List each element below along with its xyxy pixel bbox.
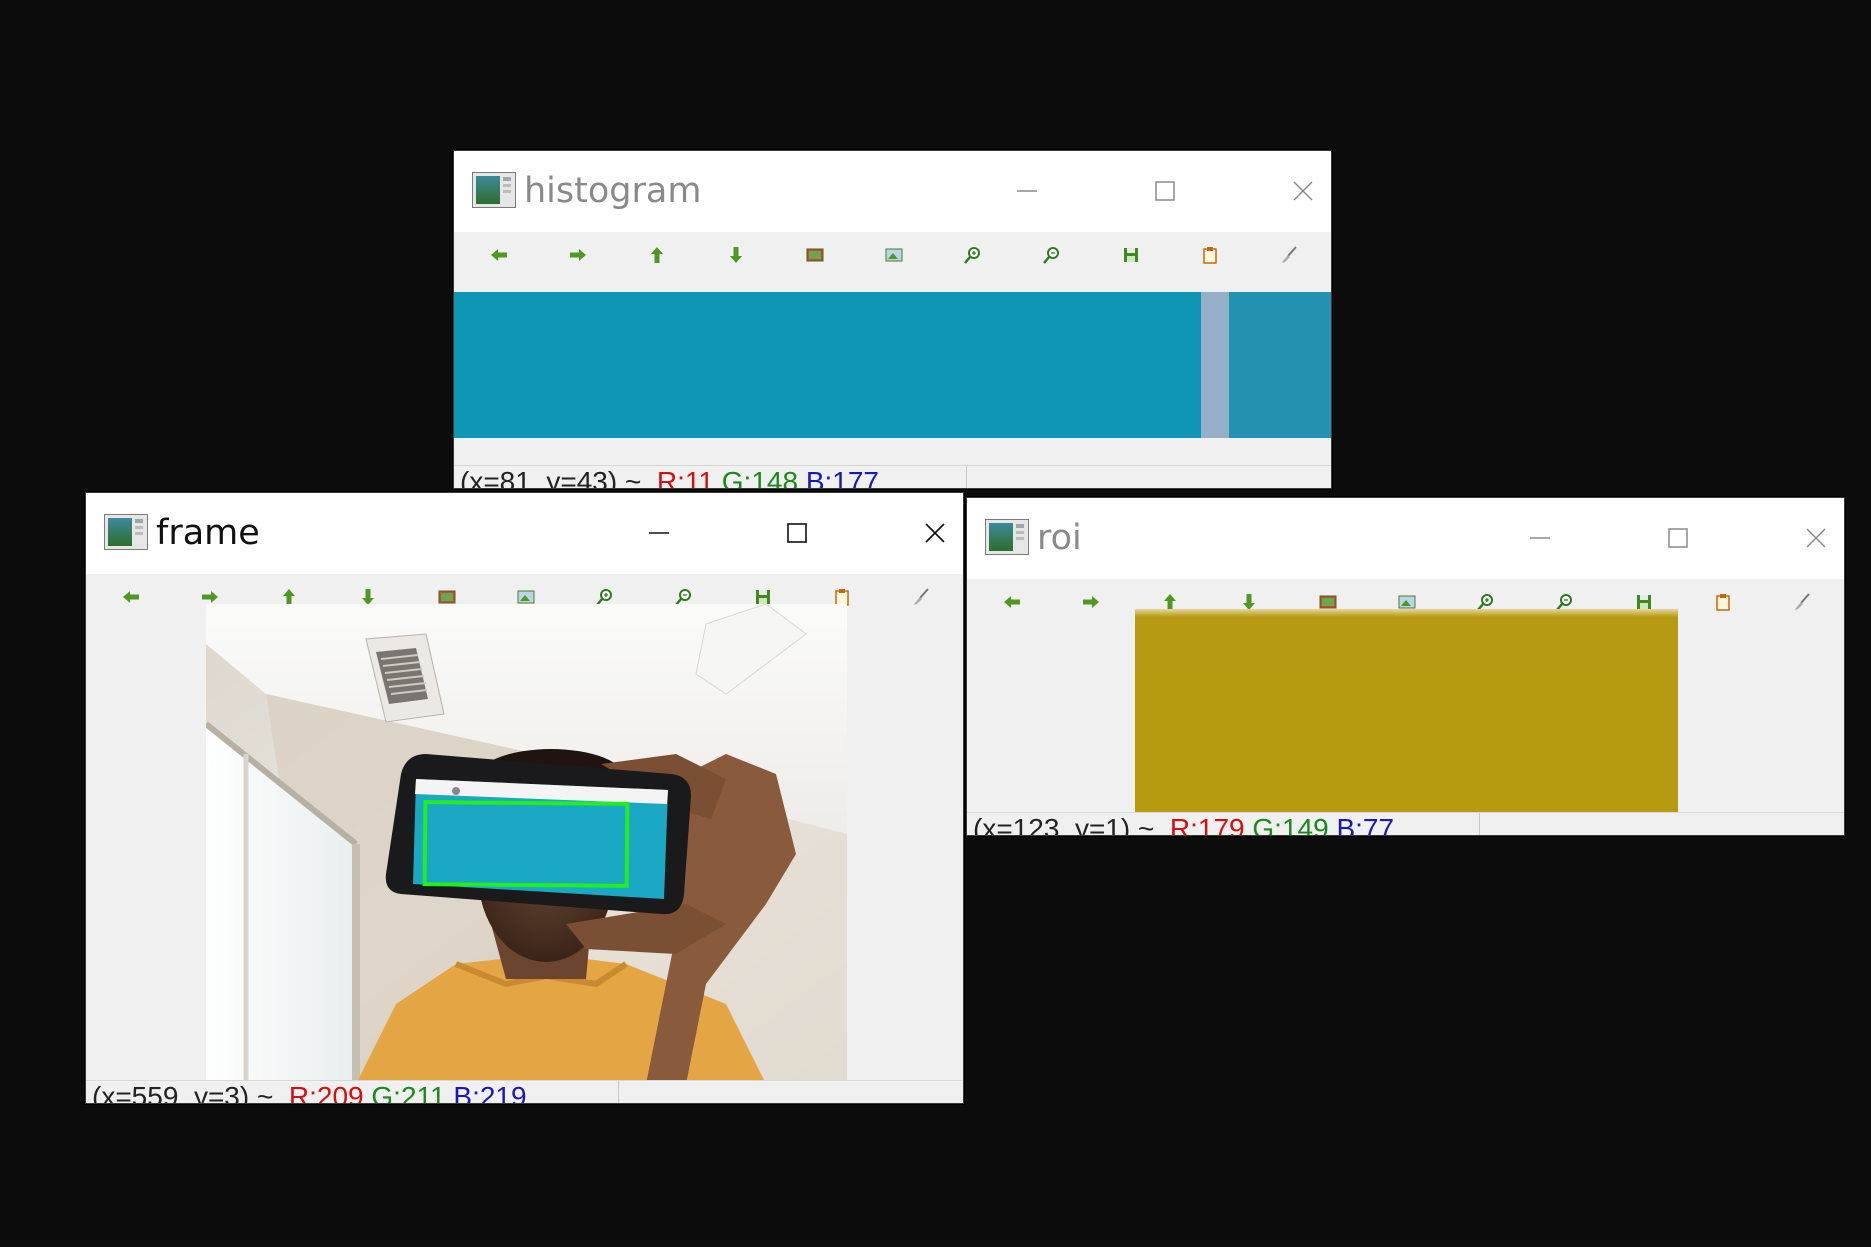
camera-frame-image xyxy=(206,604,847,1084)
pan-right-icon xyxy=(570,249,586,261)
maximize-icon xyxy=(787,523,807,543)
phone xyxy=(385,754,691,915)
brush-button[interactable] xyxy=(1791,591,1813,613)
minimize-button[interactable] xyxy=(987,151,1067,232)
zoom-out-button[interactable] xyxy=(1041,244,1063,266)
status-r: R:179 xyxy=(1169,813,1245,836)
zoom-out-icon xyxy=(1043,247,1059,264)
frame-window: frame (x=559, y=3) ~ R:209 G:211 B:219 xyxy=(85,492,964,1104)
histogram-canvas xyxy=(454,292,1331,438)
minimize-icon xyxy=(649,532,669,534)
pan-right-icon xyxy=(1083,596,1099,608)
pan-left-icon xyxy=(123,591,139,603)
roi-image xyxy=(1135,609,1678,816)
pan-up-button[interactable] xyxy=(646,244,668,266)
zoom-in-icon xyxy=(964,247,980,264)
pan-left-button[interactable] xyxy=(488,244,510,266)
roi-titlebar[interactable]: roi xyxy=(967,498,1844,579)
status-b: B:219 xyxy=(453,1081,527,1104)
status-bar: (x=81, y=43) ~ R:11 G:148 B:177 xyxy=(454,465,1331,488)
properties-button[interactable] xyxy=(1712,591,1734,613)
zoom-in-button[interactable] xyxy=(962,244,984,266)
maximize-icon xyxy=(1668,528,1688,548)
save-icon xyxy=(1124,248,1138,262)
status-r: R:11 xyxy=(656,466,714,489)
brush-button[interactable] xyxy=(910,586,932,608)
status-b: B:77 xyxy=(1336,813,1395,836)
minimize-button[interactable] xyxy=(1500,498,1580,579)
save-button[interactable] xyxy=(1120,244,1142,266)
properties-icon xyxy=(1203,247,1217,264)
pan-right-button[interactable] xyxy=(1080,591,1102,613)
histogram-stripe xyxy=(1201,292,1229,438)
brush-button[interactable] xyxy=(1278,244,1300,266)
app-icon xyxy=(472,172,516,208)
pan-left-button[interactable] xyxy=(1001,591,1023,613)
status-coords: (x=123, y=1) ~ xyxy=(973,813,1155,836)
properties-icon xyxy=(1716,594,1730,611)
close-button[interactable] xyxy=(1776,498,1844,579)
app-icon xyxy=(985,519,1029,555)
maximize-button[interactable] xyxy=(757,493,837,574)
status-bar: (x=123, y=1) ~ R:179 G:149 B:77 xyxy=(967,812,1844,835)
status-g: G:148 xyxy=(721,466,799,489)
zoom-fit-icon xyxy=(806,248,824,262)
zoom-original-button[interactable] xyxy=(883,244,905,266)
status-divider xyxy=(966,466,967,488)
status-g: G:211 xyxy=(371,1081,446,1104)
close-icon xyxy=(925,523,945,543)
pan-right-button[interactable] xyxy=(567,244,589,266)
pan-left-button[interactable] xyxy=(120,586,142,608)
status-r: R:209 xyxy=(288,1081,364,1104)
image-toolbar xyxy=(454,232,1331,278)
minimize-icon xyxy=(1530,537,1550,539)
brush-icon xyxy=(1282,246,1297,263)
window-title: frame xyxy=(156,513,260,553)
status-divider xyxy=(1479,813,1480,835)
status-g: G:149 xyxy=(1252,813,1329,836)
close-button[interactable] xyxy=(895,493,963,574)
zoom-original-icon xyxy=(885,248,903,262)
close-button[interactable] xyxy=(1263,151,1331,232)
close-icon xyxy=(1806,528,1826,548)
histogram-right-band xyxy=(1229,292,1331,438)
properties-button[interactable] xyxy=(1199,244,1221,266)
status-bar: (x=559, y=3) ~ R:209 G:211 B:219 xyxy=(86,1080,963,1103)
maximize-button[interactable] xyxy=(1125,151,1205,232)
zoom-fit-button[interactable] xyxy=(804,244,826,266)
minimize-button[interactable] xyxy=(619,493,699,574)
status-b: B:177 xyxy=(805,466,879,489)
app-icon xyxy=(104,514,148,550)
minimize-icon xyxy=(1017,190,1037,192)
pan-down-button[interactable] xyxy=(725,244,747,266)
brush-icon xyxy=(1795,593,1810,610)
roi-window: roi (x=123, y=1) ~ R:179 G:149 B:77 xyxy=(966,497,1845,836)
histogram-window: histogram (x=81, y=43) ~ R:11 G:148 B:17… xyxy=(453,150,1332,489)
pan-up-icon xyxy=(651,247,663,263)
close-icon xyxy=(1293,181,1313,201)
pan-left-icon xyxy=(1004,596,1020,608)
histogram-main-band xyxy=(454,292,1201,438)
maximize-icon xyxy=(1155,181,1175,201)
status-coords: (x=81, y=43) ~ xyxy=(460,466,642,489)
status-divider xyxy=(618,1081,619,1103)
window-title: roi xyxy=(1037,518,1082,558)
pan-left-icon xyxy=(491,249,507,261)
pan-down-icon xyxy=(730,247,742,263)
frame-titlebar[interactable]: frame xyxy=(86,493,963,574)
maximize-button[interactable] xyxy=(1638,498,1718,579)
histogram-titlebar[interactable]: histogram xyxy=(454,151,1331,232)
brush-icon xyxy=(914,588,929,605)
status-coords: (x=559, y=3) ~ xyxy=(92,1081,274,1104)
window-title: histogram xyxy=(524,171,702,211)
